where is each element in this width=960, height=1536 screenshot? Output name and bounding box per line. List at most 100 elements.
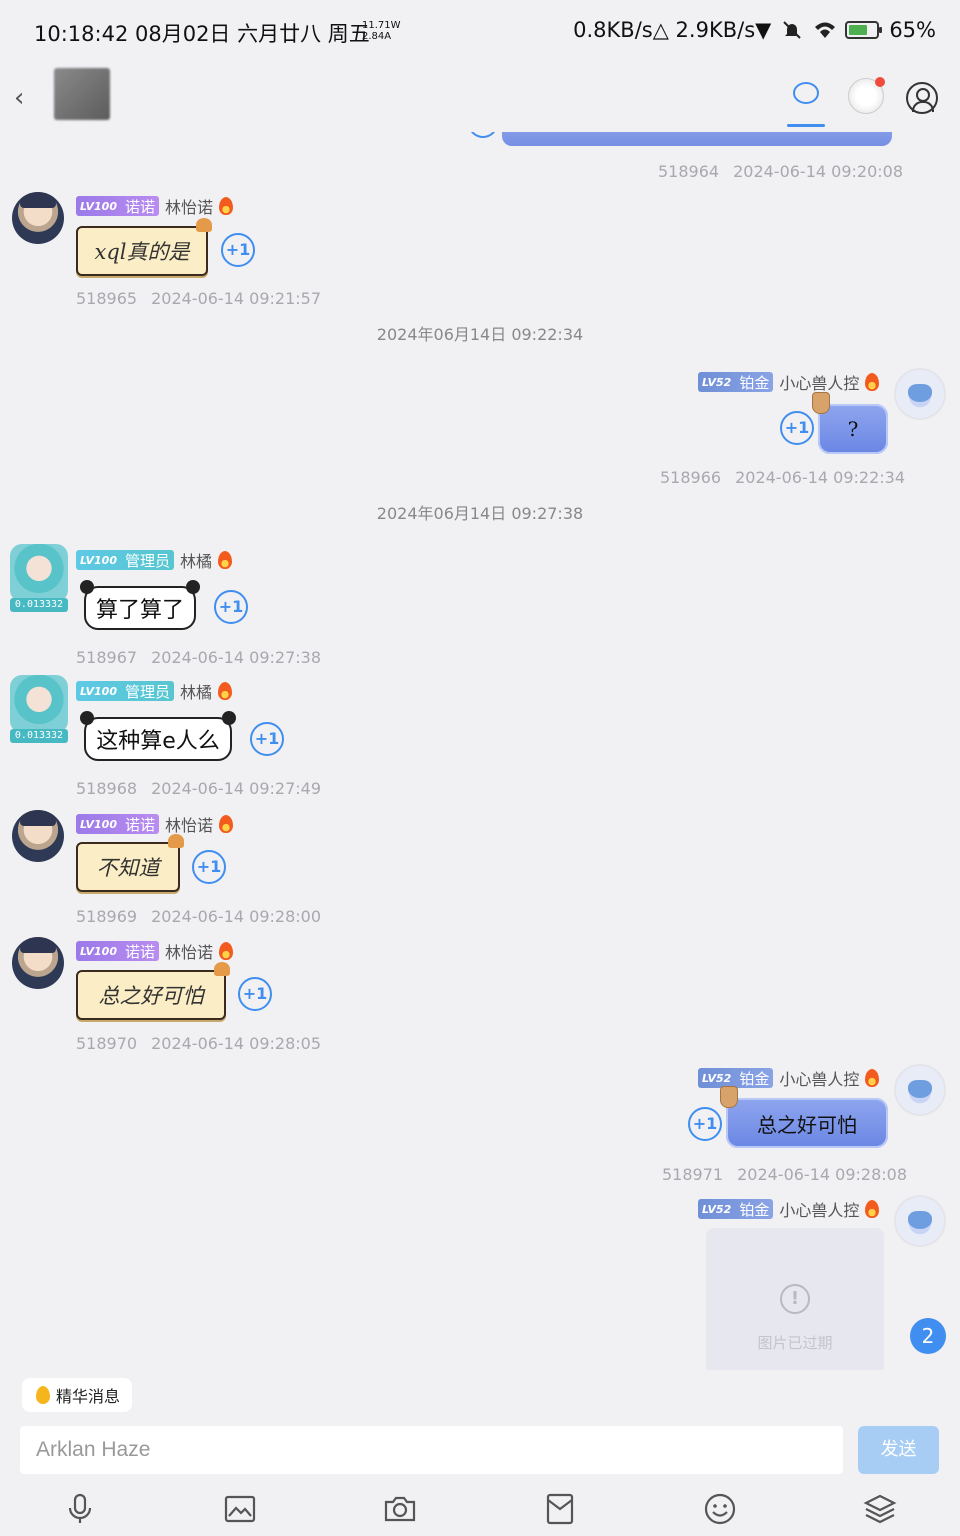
message-bubble[interactable]: ?	[812, 392, 888, 454]
group-avatar[interactable]	[54, 68, 110, 120]
sender-name: 林怡诺	[165, 816, 214, 835]
expired-label: 图片已过期	[757, 1334, 833, 1352]
top-nav: ‹	[0, 64, 960, 132]
mic-icon[interactable]	[63, 1492, 97, 1526]
status-power: 11.71W 2.84A	[362, 20, 401, 42]
wifi-icon	[813, 19, 836, 41]
back-icon[interactable]: ‹	[14, 82, 42, 114]
chat-bubble-icon	[793, 82, 819, 104]
message-meta: 518966 2024-06-14 09:22:34	[660, 468, 906, 487]
message-meta: 518964 2024-06-14 09:20:08	[658, 162, 904, 181]
message-bubble[interactable]: 总之好可怕	[720, 1086, 888, 1148]
sender-line: LV52 铂金 小心兽人控	[698, 1197, 880, 1221]
level-badge: LV52 铂金	[698, 1199, 774, 1219]
featured-messages-button[interactable]: 精华消息	[22, 1378, 133, 1412]
tab-underline	[787, 124, 825, 127]
sender-name: 林橘	[180, 552, 213, 571]
warning-icon: !	[780, 1284, 810, 1314]
notification-dot	[875, 77, 885, 87]
message-meta: 518969 2024-06-14 09:28:00	[76, 907, 322, 926]
message-meta: 518968 2024-06-14 09:27:49	[76, 779, 322, 798]
chat-area[interactable]: 518964 2024-06-14 09:20:08 LV100 诺诺 林怡诺 xq…	[0, 132, 960, 1370]
fire-icon	[865, 1200, 880, 1218]
send-button[interactable]: 发送	[858, 1426, 939, 1474]
message-bubble[interactable]: 算了算了	[80, 580, 200, 630]
status-bar: 10:18:42 08月02日 六月廿八 周五 11.71W 2.84A 0.8…	[0, 0, 960, 64]
level-badge: LV52 铂金	[698, 372, 774, 392]
avatar[interactable]	[10, 544, 68, 602]
fire-icon	[219, 815, 234, 833]
plus-one-button[interactable]: +1	[688, 1107, 722, 1141]
plus-one-button[interactable]: +1	[780, 411, 814, 445]
plus-one-button[interactable]	[468, 132, 498, 138]
avatar[interactable]	[12, 810, 64, 862]
featured-label: 精华消息	[56, 1387, 121, 1406]
sender-name: 林怡诺	[165, 943, 214, 962]
image-icon[interactable]	[223, 1492, 257, 1526]
message-meta: 518971 2024-06-14 09:28:08	[662, 1165, 908, 1184]
tab-chat[interactable]	[787, 80, 825, 128]
expired-image[interactable]: ! 图片已过期	[706, 1228, 884, 1370]
bottom-toolbar	[0, 1484, 960, 1536]
avatar-badge: 0.013332	[10, 729, 68, 743]
message-bubble[interactable]: 这种算e人么	[80, 711, 236, 761]
plus-one-button[interactable]: +1	[238, 977, 272, 1011]
message-input[interactable]	[20, 1426, 843, 1474]
status-right: 0.8KB/s△ 2.9KB/s▼ 65%	[573, 18, 936, 42]
avatar[interactable]	[894, 1064, 946, 1116]
avatar[interactable]	[10, 675, 68, 733]
time-separator: 2024年06月14日 09:22:34	[376, 325, 584, 344]
envelope-icon[interactable]	[543, 1492, 577, 1526]
drop-icon	[36, 1386, 50, 1404]
message-bubble[interactable]: 不知道	[76, 834, 184, 892]
fire-icon	[218, 551, 233, 569]
fire-icon	[865, 1069, 880, 1087]
sender-name: 小心兽人控	[779, 1070, 860, 1089]
message-bubble[interactable]	[502, 132, 892, 146]
fire-icon	[219, 942, 234, 960]
emoji-icon[interactable]	[703, 1492, 737, 1526]
sender-name: 林怡诺	[165, 198, 214, 217]
battery-level: 65%	[889, 18, 936, 42]
unread-count-badge[interactable]: 2	[910, 1318, 946, 1354]
sender-name: 林橘	[180, 683, 213, 702]
avatar[interactable]	[12, 937, 64, 989]
plus-one-button[interactable]: +1	[192, 850, 226, 884]
message-meta: 518970 2024-06-14 09:28:05	[76, 1034, 322, 1053]
plus-one-button[interactable]: +1	[221, 233, 255, 267]
battery-icon	[845, 21, 883, 39]
mute-bell-icon	[781, 19, 803, 41]
sender-line: LV100 诺诺 林怡诺	[76, 194, 234, 218]
avatar[interactable]	[12, 192, 64, 244]
app-avatar-icon[interactable]	[848, 77, 885, 114]
sender-line: LV52 铂金 小心兽人控	[698, 370, 880, 394]
level-badge: LV52 铂金	[698, 1068, 774, 1088]
plus-one-button[interactable]: +1	[250, 722, 284, 756]
level-badge: LV100 诺诺	[76, 196, 159, 216]
plus-one-button[interactable]: +1	[214, 590, 248, 624]
sender-line: LV100 管理员 林橘	[76, 679, 233, 703]
network-speed: 0.8KB/s△ 2.9KB/s▼	[573, 18, 772, 42]
layers-icon[interactable]	[863, 1492, 897, 1526]
level-badge: LV100 诺诺	[76, 941, 159, 961]
sender-line: LV100 诺诺 林怡诺	[76, 939, 234, 963]
sender-line: LV100 诺诺 林怡诺	[76, 812, 234, 836]
avatar[interactable]	[894, 1195, 946, 1247]
level-badge: LV100 管理员	[76, 681, 174, 701]
fire-icon	[865, 373, 880, 391]
message-meta: 518967 2024-06-14 09:27:38	[76, 648, 322, 667]
message-bubble[interactable]: 总之好可怕	[76, 962, 230, 1020]
message-bubble[interactable]: xql真的是	[76, 218, 212, 276]
time-separator: 2024年06月14日 09:27:38	[376, 504, 584, 523]
sender-name: 小心兽人控	[779, 374, 860, 393]
avatar-badge: 0.013332	[10, 598, 68, 612]
fire-icon	[219, 197, 234, 215]
fire-icon	[218, 682, 233, 700]
status-time: 10:18:42 08月02日 六月廿八 周五	[34, 22, 370, 46]
profile-icon[interactable]	[906, 82, 938, 114]
avatar[interactable]	[894, 368, 946, 420]
camera-icon[interactable]	[383, 1492, 417, 1526]
level-badge: LV100 诺诺	[76, 814, 159, 834]
level-badge: LV100 管理员	[76, 550, 174, 570]
message-meta: 518965 2024-06-14 09:21:57	[76, 289, 322, 308]
